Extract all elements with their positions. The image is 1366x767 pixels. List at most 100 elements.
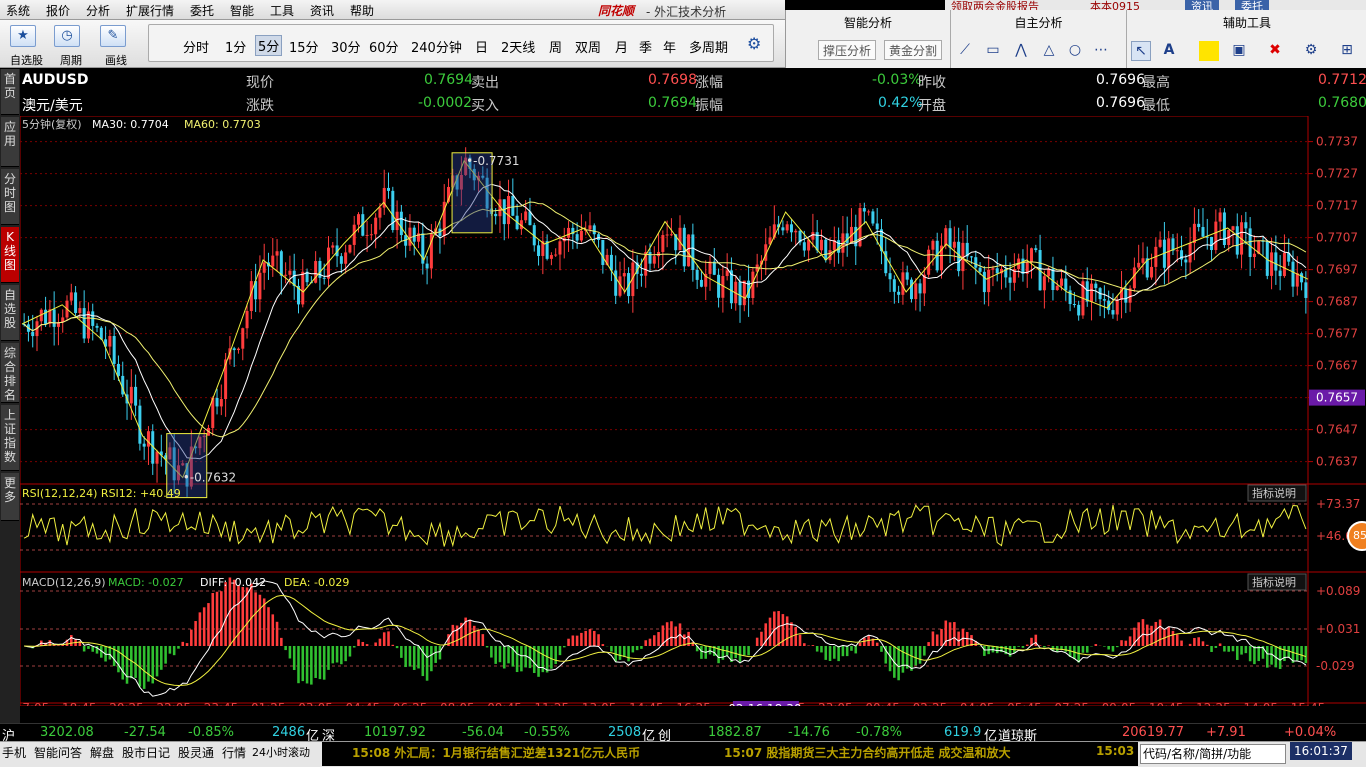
candle-body — [74, 292, 78, 313]
candle-body — [134, 386, 138, 406]
cursor-icon[interactable]: ↖ — [1131, 41, 1151, 61]
wave-tool-icon[interactable]: ⋀ — [1011, 41, 1031, 61]
support-resistance-button[interactable]: 撑压分析 — [818, 40, 877, 60]
period-5min[interactable]: 5分 — [255, 35, 283, 56]
candle-body — [1042, 276, 1046, 291]
tab-home[interactable]: 首页 — [1, 69, 19, 115]
period-2week[interactable]: 双周 — [575, 37, 601, 56]
gear-icon[interactable]: ⚙ — [747, 34, 761, 53]
candle-body — [288, 270, 292, 275]
rise-value: -0.03% — [872, 72, 922, 88]
period-year[interactable]: 年 — [663, 37, 676, 56]
rsi-tick-label: +73.37 — [1316, 497, 1360, 511]
candle-body — [399, 211, 403, 236]
news-item-3[interactable]: 15:03 — [1096, 744, 1134, 758]
candle-body — [1055, 285, 1059, 291]
menu-trade[interactable]: 委托 — [190, 2, 214, 19]
tab-more[interactable]: 更多 — [1, 473, 19, 521]
circle-tool-icon[interactable]: ○ — [1065, 41, 1085, 61]
menu-news[interactable]: 资讯 — [310, 2, 334, 19]
candle-body — [1060, 278, 1064, 286]
menu-system[interactable]: 系统 — [6, 2, 30, 19]
watchlist-star-icon[interactable]: ★ — [10, 25, 36, 47]
triangle-tool-icon[interactable]: △ — [1039, 41, 1059, 61]
period-15min[interactable]: 15分 — [289, 37, 319, 56]
period-month[interactable]: 月 — [615, 37, 628, 56]
line-tool-icon[interactable]: ⟋ — [955, 41, 975, 61]
menu-quote[interactable]: 报价 — [46, 2, 70, 19]
color-swatch-icon[interactable] — [1199, 41, 1219, 61]
candle-body — [824, 239, 828, 261]
tab-kline[interactable]: K线图 — [1, 227, 19, 283]
menu-smart[interactable]: 智能 — [230, 2, 254, 19]
status-24h[interactable]: 24小时滚动 — [252, 744, 310, 760]
period-quarter[interactable]: 季 — [639, 37, 652, 56]
candle-body — [639, 273, 643, 276]
candle-body — [142, 443, 146, 447]
candle-body — [1072, 304, 1076, 306]
ma30-label: MA30: 0.7704 — [92, 118, 169, 131]
status-gulingtong[interactable]: 股灵通 — [178, 744, 214, 761]
quote-header: AUDUSD 澳元/美元 现价 0.7694 卖出 0.7698 涨幅 -0.0… — [20, 69, 1366, 117]
tab-ranking[interactable]: 综合排名 — [1, 343, 19, 403]
period-timeshare[interactable]: 分时 — [183, 37, 209, 56]
status-analysis[interactable]: 解盘 — [90, 744, 114, 761]
chart-period-label: 5分钟(复权) — [22, 117, 82, 131]
y-tick-label: 0.7647 — [1316, 423, 1358, 437]
news-item-2[interactable]: 15:07 股指期货三大主力合约高开低走 成交温和放大 — [724, 744, 1011, 761]
search-input[interactable]: 代码/名称/简拼/功能 — [1140, 744, 1286, 764]
candle-body — [905, 272, 909, 280]
menu-analysis[interactable]: 分析 — [86, 2, 110, 19]
amplitude-value: 0.42% — [878, 95, 923, 111]
tab-apps[interactable]: 应用 — [1, 117, 19, 167]
brand-logo: 同花顺 — [598, 4, 635, 18]
candle-body — [236, 348, 240, 351]
tab-timeshare[interactable]: 分时图 — [1, 169, 19, 225]
settings-icon[interactable]: ⚙ — [1301, 41, 1321, 61]
candle-body — [558, 241, 562, 255]
period-multi[interactable]: 多周期 — [689, 37, 728, 56]
candle-body — [425, 263, 429, 269]
period-1min[interactable]: 1分 — [225, 37, 246, 56]
draw-pencil-icon[interactable]: ✎ — [100, 25, 126, 47]
candle-body — [888, 273, 892, 280]
news-item-1[interactable]: 15:08 外汇局：1月银行结售汇逆差1321亿元人民币 — [352, 744, 640, 761]
status-mobile[interactable]: 手机 — [2, 744, 26, 761]
tab-watchlist[interactable]: 自选股 — [1, 285, 19, 341]
status-diary[interactable]: 股市日记 — [122, 744, 170, 761]
eraser-icon[interactable]: ▣ — [1229, 41, 1249, 61]
draw-label: 画线 — [105, 54, 127, 67]
delete-icon[interactable]: ✖ — [1265, 41, 1285, 61]
candle-body — [374, 217, 378, 235]
x-tick-label: 14:45 — [629, 701, 664, 706]
candle-body — [275, 251, 279, 256]
status-quote[interactable]: 行情 — [222, 744, 246, 761]
candle-body — [601, 239, 605, 265]
period-240min[interactable]: 240分钟 — [411, 37, 462, 56]
pin-icon[interactable]: ⊞ — [1337, 41, 1357, 61]
candle-body — [1184, 259, 1188, 263]
tab-sh-index[interactable]: 上证指数 — [1, 405, 19, 471]
status-qa[interactable]: 智能问答 — [34, 744, 82, 761]
period-day[interactable]: 日 — [475, 37, 488, 56]
period-60min[interactable]: 60分 — [369, 37, 399, 56]
period-clock-icon[interactable]: ◷ — [54, 25, 80, 47]
candle-body — [918, 283, 922, 294]
x-tick-label: 10:45 — [1149, 701, 1184, 706]
menu-ext-quote[interactable]: 扩展行情 — [126, 2, 174, 19]
menu-help[interactable]: 帮助 — [350, 2, 374, 19]
x-tick-label: 18:45 — [62, 701, 97, 706]
golden-section-button[interactable]: 黄金分割 — [884, 40, 943, 60]
more-tools-icon[interactable]: ⋯ — [1091, 41, 1111, 61]
x-tick-label: 16:25 — [676, 701, 711, 706]
macd-tick-label: -0.029 — [1316, 659, 1355, 673]
period-30min[interactable]: 30分 — [331, 37, 361, 56]
kline-chart[interactable]: 0.7737 0.7727 0.7717 0.7707 0.7697 0.7687 0.76… — [20, 116, 1366, 706]
rsi-title: RSI(12,12,24) RSI12: +40.49 — [22, 487, 181, 500]
menu-tools[interactable]: 工具 — [270, 2, 294, 19]
candle-body — [1111, 310, 1115, 315]
period-2day[interactable]: 2天线 — [501, 37, 535, 56]
period-week[interactable]: 周 — [549, 37, 562, 56]
rect-tool-icon[interactable]: ▭ — [983, 41, 1003, 61]
text-tool-icon[interactable]: A — [1159, 41, 1179, 61]
